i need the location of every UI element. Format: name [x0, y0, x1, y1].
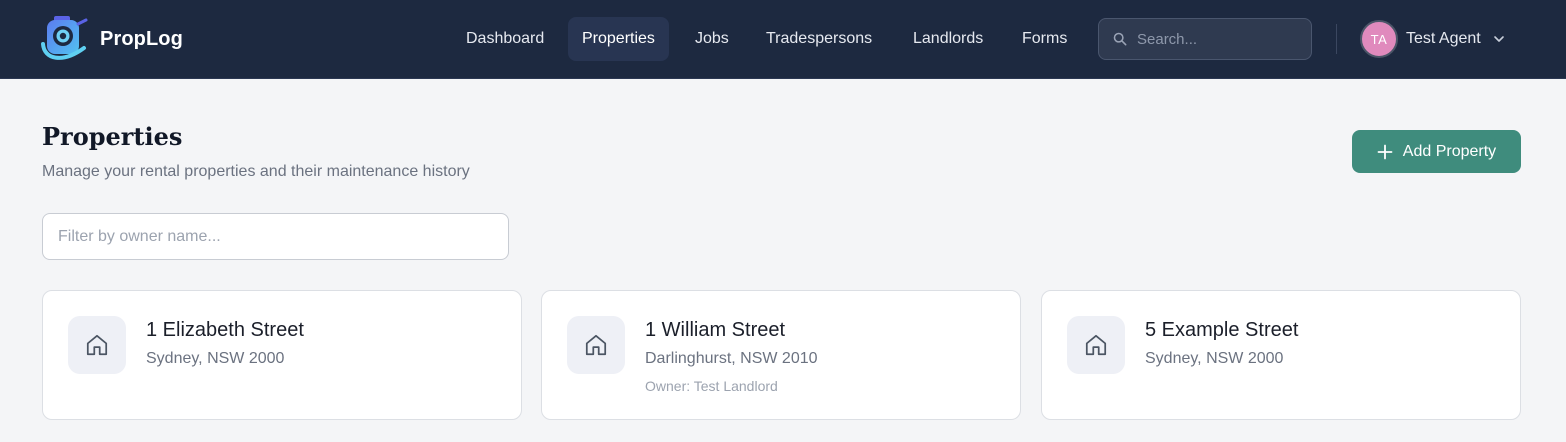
property-card[interactable]: 5 Example Street Sydney, NSW 2000 [1041, 290, 1521, 420]
nav-item-landlords[interactable]: Landlords [899, 17, 997, 61]
nav-divider [1336, 24, 1337, 54]
property-street: 5 Example Street [1145, 319, 1299, 341]
property-street: 1 William Street [645, 319, 786, 341]
chevron-down-icon [1489, 33, 1505, 45]
property-street: 1 Elizabeth Street [146, 319, 304, 341]
property-location: Sydney, NSW 2000 [1145, 350, 1284, 367]
property-card[interactable]: 1 Elizabeth Street Sydney, NSW 2000 [42, 290, 522, 420]
nav-item-jobs[interactable]: Jobs [681, 17, 743, 61]
nav-item-dashboard[interactable]: Dashboard [452, 17, 558, 61]
add-property-label: Add Property [1402, 142, 1497, 160]
global-search[interactable] [1098, 18, 1312, 60]
home-icon [68, 316, 126, 374]
property-location: Darlinghurst, NSW 2010 [645, 350, 818, 367]
page-subtitle: Manage your rental properties and their … [42, 163, 470, 180]
proplog-logo-icon [41, 16, 88, 60]
add-property-button[interactable]: Add Property [1352, 130, 1521, 173]
property-owner: Owner: Test Landlord [645, 378, 778, 394]
search-input[interactable] [1137, 30, 1297, 48]
home-icon [1067, 316, 1125, 374]
nav-item-forms[interactable]: Forms [1008, 17, 1081, 61]
search-icon [1113, 32, 1127, 46]
avatar: TA [1360, 20, 1398, 58]
property-location: Sydney, NSW 2000 [146, 350, 285, 367]
property-card[interactable]: 1 William Street Darlinghurst, NSW 2010 … [541, 290, 1021, 420]
user-menu[interactable]: TA Test Agent [1360, 20, 1505, 58]
nav-item-tradespersons[interactable]: Tradespersons [752, 17, 886, 61]
top-navigation-bar: PropLog Dashboard Properties Jobs Trades… [0, 0, 1566, 79]
plus-icon [1377, 144, 1393, 159]
page-title: Properties [42, 122, 183, 151]
owner-filter-input[interactable] [42, 213, 509, 260]
user-name: Test Agent [1406, 30, 1481, 47]
home-icon [567, 316, 625, 374]
nav-item-properties[interactable]: Properties [568, 17, 669, 61]
brand-link[interactable]: PropLog [40, 14, 183, 64]
app-name: PropLog [100, 27, 183, 50]
